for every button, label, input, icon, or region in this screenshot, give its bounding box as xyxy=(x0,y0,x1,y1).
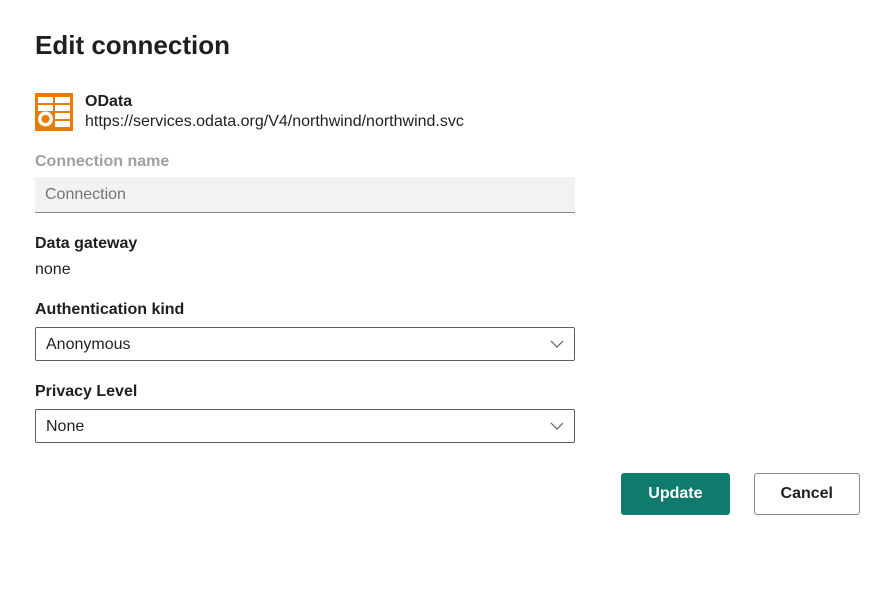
privacy-level-select[interactable]: None xyxy=(35,409,575,443)
page-title: Edit connection xyxy=(35,30,860,61)
authentication-kind-label: Authentication kind xyxy=(35,301,860,319)
connection-url: https://services.odata.org/V4/northwind/… xyxy=(85,113,464,131)
connection-type-label: OData xyxy=(85,93,464,111)
cancel-button[interactable]: Cancel xyxy=(754,473,860,515)
connection-name-label: Connection name xyxy=(35,153,860,171)
authentication-kind-select[interactable]: Anonymous xyxy=(35,327,575,361)
connection-header: OData https://services.odata.org/V4/nort… xyxy=(35,93,860,131)
privacy-level-label: Privacy Level xyxy=(35,383,860,401)
data-gateway-label: Data gateway xyxy=(35,235,860,253)
data-gateway-value: none xyxy=(35,261,860,279)
odata-icon xyxy=(35,93,73,131)
connection-name-input[interactable] xyxy=(35,177,575,213)
update-button[interactable]: Update xyxy=(621,473,729,515)
